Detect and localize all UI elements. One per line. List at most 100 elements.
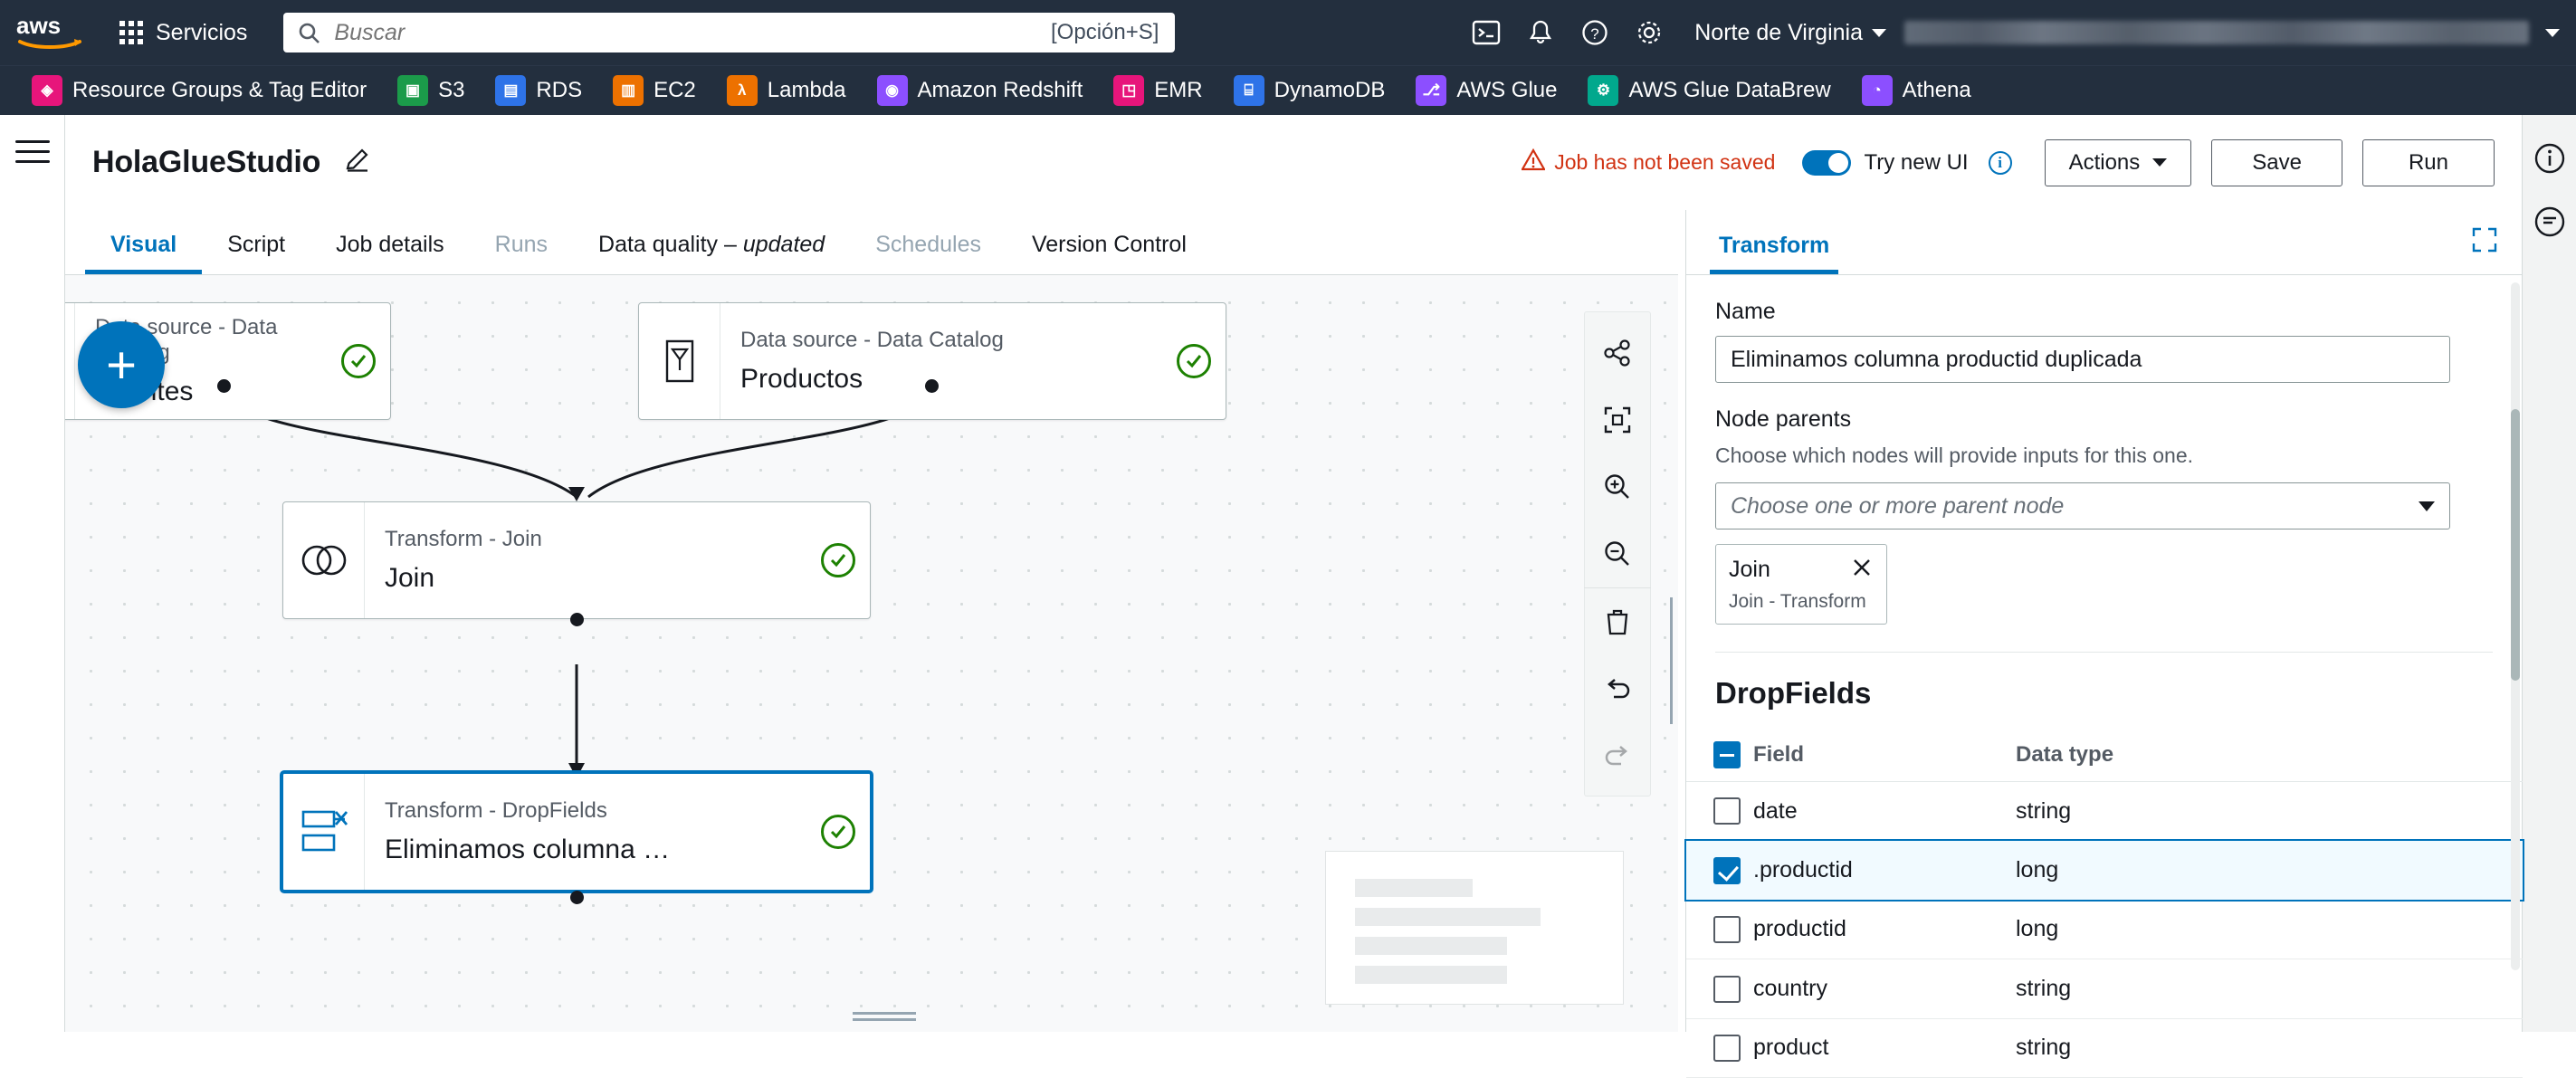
service-shortcut-amazon-redshift[interactable]: ◉ Amazon Redshift: [862, 66, 1099, 116]
tab-transform[interactable]: Transform: [1710, 233, 1838, 274]
aws-top-navigation: aws Servicios [Opción+S]: [0, 0, 2576, 65]
vertical-resize-handle[interactable]: [1670, 597, 1681, 724]
row-checkbox[interactable]: [1713, 916, 1741, 944]
canvas-node[interactable]: Data source - Data Catalog Productos: [638, 302, 1226, 420]
node-name-input[interactable]: [1715, 336, 2450, 383]
node-output-port[interactable]: [570, 613, 584, 626]
share-icon[interactable]: [1584, 320, 1651, 386]
node-text: Transform - Join Join: [365, 502, 806, 618]
canvas-node[interactable]: Transform - Join Join: [282, 501, 871, 619]
add-node-button[interactable]: +: [78, 321, 165, 408]
field-datatype: long: [2016, 900, 2523, 960]
panel-scrollbar[interactable]: [2511, 282, 2520, 970]
redo-icon[interactable]: [1584, 721, 1651, 788]
grid-icon: [119, 21, 143, 44]
tab-visual[interactable]: Visual: [85, 232, 202, 274]
global-search[interactable]: [Opción+S]: [283, 13, 1176, 52]
minimap-block: [1355, 937, 1507, 955]
zoom-in-icon[interactable]: [1584, 453, 1651, 520]
visual-canvas[interactable]: Data source - Data Catalog Clientes Data…: [65, 275, 1678, 1032]
select-all-checkbox[interactable]: [1713, 741, 1741, 768]
tab-version-control[interactable]: Version Control: [1007, 232, 1212, 274]
parent-node-select[interactable]: Choose one or more parent node: [1715, 482, 2450, 529]
help-icon[interactable]: ?: [1568, 0, 1622, 65]
row-checkbox[interactable]: [1713, 797, 1741, 825]
panel-tabs: Transform: [1686, 210, 2522, 275]
cloudshell-icon[interactable]: [1459, 0, 1513, 65]
tab-data-quality-updated[interactable]: Data quality – updated: [573, 232, 850, 274]
service-shortcut-athena[interactable]: ◔ Athena: [1846, 66, 1987, 116]
fit-to-screen-icon[interactable]: [1584, 386, 1651, 453]
service-icon: ⚙: [1588, 75, 1619, 106]
table-row[interactable]: date string: [1686, 781, 2523, 842]
parent-node-placeholder: Choose one or more parent node: [1731, 492, 2065, 519]
search-input[interactable]: [283, 18, 1052, 47]
minimap-block: [1355, 908, 1541, 926]
info-icon[interactable]: [2532, 140, 2568, 176]
try-new-ui-toggle[interactable]: [1802, 149, 1852, 176]
save-button[interactable]: Save: [2211, 138, 2342, 186]
table-row[interactable]: .productid long: [1684, 838, 2524, 902]
service-shortcut-lambda[interactable]: λ Lambda: [711, 66, 862, 116]
table-row[interactable]: country string: [1686, 959, 2523, 1019]
account-menu[interactable]: [1904, 0, 2576, 65]
delete-icon[interactable]: [1584, 587, 1651, 654]
node-text: Data source - Data Catalog Productos: [720, 303, 1162, 419]
chip-subtitle: Join - Transform: [1729, 591, 1866, 612]
table-row[interactable]: product string: [1686, 1018, 2523, 1078]
node-output-port[interactable]: [925, 379, 939, 393]
service-icon: ▣: [397, 75, 429, 106]
menu-toggle-icon[interactable]: [14, 140, 50, 163]
field-name: .productid: [1753, 840, 2016, 901]
canvas-minimap[interactable]: [1325, 851, 1624, 1005]
service-shortcut-label: S3: [438, 78, 465, 102]
service-shortcut-label: DynamoDB: [1274, 78, 1386, 102]
service-shortcut-rds[interactable]: ▤ RDS: [480, 66, 597, 116]
node-output-port[interactable]: [217, 379, 231, 393]
service-shortcut-emr[interactable]: ◳ EMR: [1098, 66, 1217, 116]
panel-content: Name Node parents Choose which nodes wil…: [1686, 275, 2522, 653]
service-shortcut-bar: ◈ Resource Groups & Tag Editor ▣ S3 ▤ RDS ▥ EC2…: [0, 65, 2576, 115]
service-icon: ⌸: [1233, 75, 1264, 106]
node-output-port[interactable]: [570, 891, 584, 904]
zoom-out-icon[interactable]: [1584, 520, 1651, 587]
svg-text:?: ?: [1591, 25, 1599, 43]
close-icon[interactable]: [1850, 556, 1874, 584]
service-shortcut-dynamodb[interactable]: ⌸ DynamoDB: [1218, 66, 1401, 116]
undo-icon[interactable]: [1584, 654, 1651, 721]
row-checkbox-cell: [1686, 900, 1753, 960]
row-checkbox[interactable]: [1713, 1034, 1741, 1062]
service-shortcut-resource-groups-tag-editor[interactable]: ◈ Resource Groups & Tag Editor: [16, 66, 382, 116]
pencil-icon[interactable]: [344, 147, 371, 178]
service-shortcut-s3[interactable]: ▣ S3: [382, 66, 480, 116]
table-row[interactable]: productid long: [1686, 900, 2523, 960]
row-checkbox[interactable]: [1713, 856, 1741, 884]
horizontal-resize-handle[interactable]: [853, 1012, 916, 1023]
chevron-down-icon: [2419, 501, 2435, 511]
row-checkbox[interactable]: [1713, 975, 1741, 1003]
service-icon: ◳: [1113, 75, 1145, 106]
tab-runs[interactable]: Runs: [470, 232, 573, 274]
tab-job-details[interactable]: Job details: [310, 232, 470, 274]
service-shortcut-ec2[interactable]: ▥ EC2: [597, 66, 711, 116]
run-button[interactable]: Run: [2361, 138, 2495, 186]
canvas-node-selected[interactable]: Transform - DropFields Eliminamos column…: [281, 771, 873, 892]
field-name: date: [1753, 781, 2016, 842]
services-menu-button[interactable]: Servicios: [100, 0, 267, 65]
tab-script[interactable]: Script: [202, 232, 310, 274]
region-selector[interactable]: Norte de Virginia: [1676, 0, 1904, 65]
aws-logo[interactable]: aws: [0, 0, 100, 65]
service-shortcut-aws-glue[interactable]: ⎇ AWS Glue: [1400, 66, 1572, 116]
row-checkbox-cell: [1686, 781, 1753, 842]
bell-icon[interactable]: [1513, 0, 1568, 65]
left-navigation-rail: [0, 115, 65, 1032]
expand-icon[interactable]: [2471, 226, 2498, 258]
settings-icon[interactable]: [1622, 0, 1676, 65]
comment-icon[interactable]: [2532, 204, 2568, 240]
actions-button[interactable]: Actions: [2044, 138, 2192, 186]
service-shortcut-aws-glue-databrew[interactable]: ⚙ AWS Glue DataBrew: [1572, 66, 1846, 116]
tab-schedules[interactable]: Schedules: [850, 232, 1007, 274]
field-datatype: string: [2016, 1018, 2523, 1078]
chevron-down-icon: [2545, 28, 2560, 37]
info-icon[interactable]: i: [1988, 150, 2012, 175]
